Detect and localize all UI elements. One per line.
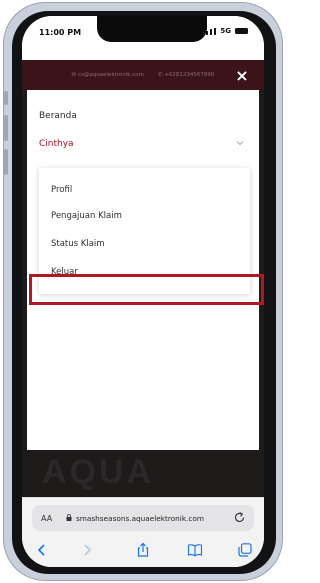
chevron-down-icon[interactable] bbox=[235, 138, 245, 148]
nav-item-beranda[interactable]: Beranda bbox=[39, 111, 77, 121]
tabs-icon[interactable] bbox=[237, 542, 253, 558]
volume-down-button bbox=[4, 149, 8, 175]
battery-icon bbox=[235, 28, 248, 34]
address-bar[interactable]: AA smashseasons.aquaelektronik.com bbox=[32, 505, 254, 531]
back-icon[interactable] bbox=[34, 542, 50, 558]
phone-screen: 11:00 PM 5G ✉ cs@aquaelektronik.com ✆ +6… bbox=[22, 16, 264, 567]
url-text[interactable]: smashseasons.aquaelektronik.com bbox=[76, 514, 204, 523]
signal-bar bbox=[206, 30, 209, 35]
safari-bottom-bar: AA smashseasons.aquaelektronik.com bbox=[22, 497, 264, 567]
dropdown-item-profil[interactable]: Profil bbox=[51, 185, 72, 195]
status-indicators: 5G bbox=[202, 27, 248, 35]
signal-bar bbox=[214, 27, 217, 35]
browser-toolbar bbox=[22, 536, 264, 567]
status-time: 11:00 PM bbox=[39, 28, 82, 37]
close-menu-button[interactable]: × bbox=[227, 60, 257, 90]
share-icon[interactable] bbox=[135, 542, 151, 558]
signal-bar bbox=[210, 29, 213, 35]
notch bbox=[97, 16, 207, 42]
dropdown-item-pengajuan-klaim[interactable]: Pengajuan Klaim bbox=[51, 211, 122, 221]
dropdown-item-status-klaim[interactable]: Status Klaim bbox=[51, 239, 105, 249]
status-bar: 11:00 PM 5G bbox=[22, 16, 264, 60]
reload-icon[interactable] bbox=[233, 511, 246, 524]
bookmarks-icon[interactable] bbox=[187, 542, 203, 558]
website-content: ✉ cs@aquaelektronik.com ✆ +6281234567890… bbox=[22, 60, 264, 497]
nav-item-user[interactable]: Cinthya bbox=[39, 139, 74, 149]
network-label: 5G bbox=[220, 27, 231, 35]
mobile-menu-panel: × Beranda Cinthya Profil Pengajuan Klaim… bbox=[27, 66, 264, 450]
signal-icon bbox=[202, 32, 205, 35]
contact-email[interactable]: ✉ cs@aquaelektronik.com bbox=[72, 72, 144, 78]
contact-phone[interactable]: ✆ +6281234567890 bbox=[158, 72, 214, 78]
lock-icon bbox=[66, 514, 72, 521]
mute-switch bbox=[4, 91, 8, 105]
user-dropdown-menu: Profil Pengajuan Klaim Status Klaim Kelu… bbox=[39, 168, 250, 294]
reader-aa-button[interactable]: AA bbox=[41, 514, 52, 523]
forward-icon[interactable] bbox=[79, 542, 95, 558]
background-logo: AQUA bbox=[42, 453, 155, 491]
dropdown-item-keluar[interactable]: Keluar bbox=[51, 267, 78, 277]
volume-up-button bbox=[4, 115, 8, 141]
